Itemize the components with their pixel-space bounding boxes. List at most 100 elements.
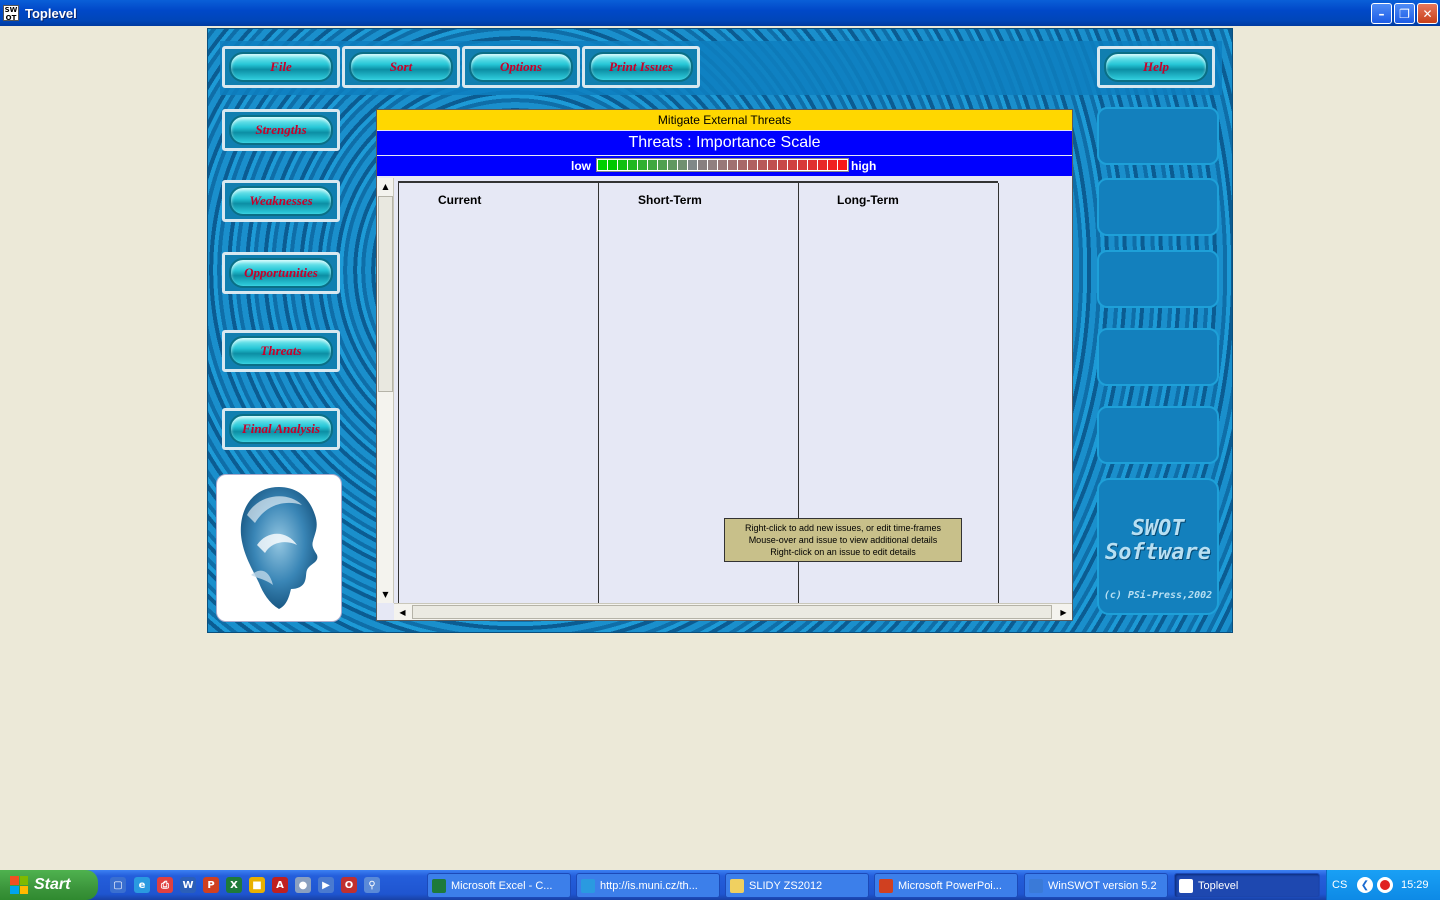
help-tooltip: Right-click to add new issues, or edit t… [724, 518, 962, 562]
panel-header: Threats : Importance Scale [377, 131, 1072, 155]
file-button[interactable]: File [222, 46, 340, 88]
column-header-short-term: Short-Term [638, 193, 702, 207]
task-label-winswot: WinSWOT version 5.2 [1048, 879, 1157, 892]
scale-cell [718, 160, 727, 170]
scale-cell [748, 160, 757, 170]
head-logo-icon [240, 487, 318, 609]
scale-cell [798, 160, 807, 170]
scale-cell [598, 160, 607, 170]
windows-logo-icon [10, 876, 28, 894]
scale-cell [768, 160, 777, 170]
vertical-scrollbar[interactable]: ▲ ▼ [377, 178, 394, 603]
file-button-label: File [229, 52, 333, 82]
start-button[interactable]: Start [0, 870, 98, 900]
task-label-excel: Microsoft Excel - C... [451, 879, 553, 892]
column-current[interactable]: Current [399, 183, 599, 603]
show-desktop-icon[interactable]: ▢ [110, 877, 126, 893]
strengths-label: Strengths [229, 115, 333, 145]
scale-cell [668, 160, 677, 170]
scale-cell [838, 160, 847, 170]
show-hidden-icons-icon[interactable]: ❮ [1357, 877, 1373, 893]
task-label-folder: SLIDY ZS2012 [749, 879, 823, 892]
scale-cell [758, 160, 767, 170]
scale-cell [778, 160, 787, 170]
powerpoint-task-icon [879, 878, 893, 893]
sidebar-weaknesses-button[interactable]: Weaknesses [222, 180, 340, 222]
task-browser[interactable]: http://is.muni.cz/th... [576, 873, 720, 898]
taskbar: Start ▢ e ⎙ W P X ■ A ● ▶ O ⚲ Microsoft … [0, 870, 1440, 900]
sidebar-threats-button[interactable]: Threats [222, 330, 340, 372]
scale-cell [628, 160, 637, 170]
opera-tray-icon[interactable] [1377, 877, 1393, 893]
paint-icon[interactable]: ■ [249, 877, 265, 893]
right-panel-4 [1097, 328, 1219, 386]
search-icon[interactable]: ⚲ [364, 877, 380, 893]
vertical-scroll-thumb[interactable] [378, 196, 393, 392]
task-label-toplevel: Toplevel [1198, 879, 1239, 892]
scale-cell [608, 160, 617, 170]
panel-subheader: Mitigate External Threats [377, 110, 1072, 130]
clock: 15:29 [1401, 879, 1429, 891]
final-analysis-label: Final Analysis [229, 414, 333, 444]
scroll-right-arrow-icon[interactable]: ▶ [1055, 604, 1072, 621]
powerpoint-icon[interactable]: P [203, 877, 219, 893]
sidebar-final-analysis-button[interactable]: Final Analysis [222, 408, 340, 450]
scale-cell [688, 160, 697, 170]
tooltip-line-1: Right-click to add new issues, or edit t… [744, 523, 942, 533]
app-icon: SW OT [3, 5, 19, 22]
restore-icon: ❐ [1399, 6, 1410, 21]
minimize-icon: – [1378, 6, 1385, 21]
right-panel-3 [1097, 250, 1219, 308]
brand-line-2: Software [1105, 540, 1211, 565]
scale-cell [678, 160, 687, 170]
media-player-icon[interactable]: ▶ [318, 877, 334, 893]
sidebar-opportunities-button[interactable]: Opportunities [222, 252, 340, 294]
scroll-up-arrow-icon[interactable]: ▲ [377, 178, 394, 195]
word-icon[interactable]: W [180, 877, 196, 893]
sidebar-strengths-button[interactable]: Strengths [222, 109, 340, 151]
help-button[interactable]: Help [1097, 46, 1215, 88]
task-excel[interactable]: Microsoft Excel - C... [427, 873, 571, 898]
internet-explorer-icon[interactable]: e [134, 877, 150, 893]
acrobat-icon[interactable]: A [272, 877, 288, 893]
task-winswot[interactable]: WinSWOT version 5.2 [1024, 873, 1168, 898]
program-icon[interactable]: ● [295, 877, 311, 893]
horizontal-scroll-thumb[interactable] [412, 605, 1052, 619]
minimize-button[interactable]: – [1371, 3, 1392, 24]
scale-cell [648, 160, 657, 170]
title-bar: SW OT Toplevel – ❐ ✕ [0, 0, 1440, 26]
scale-cell [808, 160, 817, 170]
options-button[interactable]: Options [462, 46, 580, 88]
task-folder[interactable]: SLIDY ZS2012 [725, 873, 869, 898]
scale-cell [708, 160, 717, 170]
sort-button-label: Sort [349, 52, 453, 82]
task-powerpoint[interactable]: Microsoft PowerPoi... [874, 873, 1018, 898]
sort-button[interactable]: Sort [342, 46, 460, 88]
scale-cell [658, 160, 667, 170]
column-header-long-term: Long-Term [837, 193, 899, 207]
ie-task-icon [581, 878, 595, 893]
task-label-powerpoint: Microsoft PowerPoi... [898, 879, 1002, 892]
print-issues-button[interactable]: Print Issues [582, 46, 700, 88]
brand-copyright: (c) PSi-Press,2002 [1103, 590, 1213, 601]
swot-task-icon [1179, 878, 1193, 893]
close-button[interactable]: ✕ [1417, 3, 1438, 24]
task-toplevel[interactable]: Toplevel [1174, 873, 1320, 898]
right-panel-5 [1097, 406, 1219, 464]
excel-icon[interactable]: X [226, 877, 242, 893]
help-button-label: Help [1104, 52, 1208, 82]
opera-icon[interactable]: O [341, 877, 357, 893]
scale-cell [618, 160, 627, 170]
scale-cell [638, 160, 647, 170]
language-indicator[interactable]: CS [1332, 879, 1347, 891]
scroll-down-arrow-icon[interactable]: ▼ [377, 586, 394, 603]
psi-press-logo [216, 474, 342, 622]
horizontal-scrollbar[interactable]: ◀ ▶ [394, 603, 1072, 620]
close-icon: ✕ [1422, 6, 1433, 21]
folder-icon [730, 878, 744, 893]
scale-cell [828, 160, 837, 170]
scroll-left-arrow-icon[interactable]: ◀ [394, 604, 411, 621]
restore-button[interactable]: ❐ [1394, 3, 1415, 24]
excel-task-icon [432, 878, 446, 893]
printer-icon[interactable]: ⎙ [157, 877, 173, 893]
